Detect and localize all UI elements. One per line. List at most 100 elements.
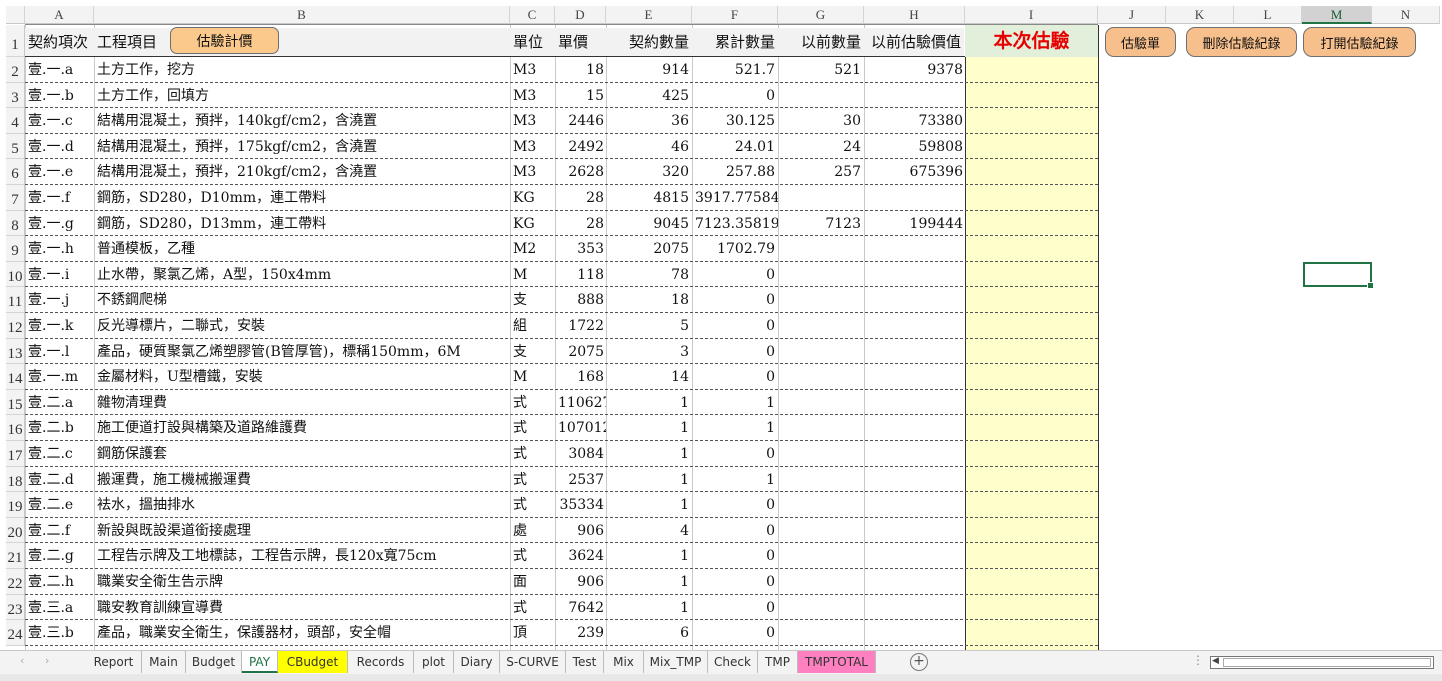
cell-previous-value[interactable] xyxy=(864,390,964,416)
column-header-f[interactable]: F xyxy=(692,6,778,24)
cell-project-item[interactable]: 結構用混凝土，預拌，210kgf/cm2，含澆置 xyxy=(94,159,510,185)
cell-previous-value[interactable] xyxy=(864,339,964,365)
cell-previous-value[interactable] xyxy=(864,415,964,441)
sheet-tab-plot[interactable]: plot xyxy=(414,651,454,673)
cell-previous-value[interactable]: 675396 xyxy=(864,159,964,185)
cell-cumulative-qty[interactable]: 3917.77584 xyxy=(692,185,778,211)
cell-unit[interactable]: 頂 xyxy=(510,620,555,646)
estimate-sheet-button[interactable]: 估驗單 xyxy=(1105,27,1176,57)
cell-unit[interactable]: 面 xyxy=(510,569,555,595)
row-header[interactable]: 19 xyxy=(6,492,25,518)
cell-previous-qty[interactable] xyxy=(778,441,864,467)
cell-project-item[interactable]: 止水帶，聚氯乙烯，A型，150x4mm xyxy=(94,262,510,288)
column-header-m[interactable]: M xyxy=(1302,6,1372,24)
cell-unit-price[interactable]: 7642 xyxy=(555,595,606,621)
sheet-tab-pay[interactable]: PAY xyxy=(242,651,278,673)
cell-project-item[interactable]: 施工便道打設與構築及道路維護費 xyxy=(94,415,510,441)
cell-previous-qty[interactable] xyxy=(778,492,864,518)
cell-cumulative-qty[interactable]: 0 xyxy=(692,569,778,595)
cell-contract-qty[interactable]: 1 xyxy=(606,569,692,595)
cell-project-item[interactable]: 結構用混凝土，預拌，140kgf/cm2，含澆置 xyxy=(94,108,510,134)
cell-contract-item[interactable]: 壹.一.l xyxy=(25,339,94,365)
cell-unit-price[interactable]: 353 xyxy=(555,236,606,262)
cell-contract-item[interactable]: 壹.一.h xyxy=(25,236,94,262)
cell-contract-qty[interactable]: 46 xyxy=(606,134,692,160)
cell-contract-item[interactable]: 壹.一.c xyxy=(25,108,94,134)
cell-unit-price[interactable]: 906 xyxy=(555,518,606,544)
cell-project-item[interactable]: 新設與既設渠道銜接處理 xyxy=(94,518,510,544)
cell-cumulative-qty[interactable]: 0 xyxy=(692,262,778,288)
cell-unit-price[interactable]: 2492 xyxy=(555,134,606,160)
cell-cumulative-qty[interactable]: 1702.79 xyxy=(692,236,778,262)
cell-unit-price[interactable]: 2628 xyxy=(555,159,606,185)
cell-cumulative-qty[interactable]: 0 xyxy=(692,441,778,467)
column-header-n[interactable]: N xyxy=(1372,6,1440,24)
spreadsheet-grid[interactable]: ABCDEFGHIJKLMN 1 2 3 4 5 6 7 8 9 10 11 12 13 14 15 16 17… xyxy=(0,0,1442,652)
cell-unit[interactable]: 式 xyxy=(510,415,555,441)
cell-unit[interactable]: 式 xyxy=(510,543,555,569)
cell-previous-value[interactable] xyxy=(864,492,964,518)
cell-previous-value[interactable] xyxy=(864,543,964,569)
row-header[interactable]: 14 xyxy=(6,364,25,390)
cell-project-item[interactable]: 工程告示牌及工地標誌，工程告示牌，長120x寬75cm xyxy=(94,543,510,569)
select-all-corner[interactable] xyxy=(6,6,25,24)
cell-previous-value[interactable] xyxy=(864,185,964,211)
cell-unit-price[interactable]: 2446 xyxy=(555,108,606,134)
column-header-j[interactable]: J xyxy=(1098,6,1166,24)
cell-contract-qty[interactable]: 9045 xyxy=(606,211,692,237)
cell-contract-item[interactable]: 壹.一.a xyxy=(25,57,94,83)
cell-previous-qty[interactable] xyxy=(778,262,864,288)
sheet-tab-budget[interactable]: Budget xyxy=(186,651,242,673)
cell-previous-value[interactable] xyxy=(864,287,964,313)
scroll-left-icon[interactable]: ◀ xyxy=(1212,656,1219,666)
cell-unit[interactable]: M3 xyxy=(510,134,555,160)
cell-project-item[interactable]: 鋼筋保護套 xyxy=(94,441,510,467)
cell-unit-price[interactable]: 906 xyxy=(555,569,606,595)
cell-project-item[interactable]: 鋼筋，SD280，D13mm，連工帶料 xyxy=(94,211,510,237)
cell-contract-item[interactable]: 壹.三.a xyxy=(25,595,94,621)
cell-unit-price[interactable]: 3624 xyxy=(555,543,606,569)
row-header[interactable]: 18 xyxy=(6,466,25,493)
cell-previous-qty[interactable] xyxy=(778,287,864,313)
cell-contract-qty[interactable]: 3 xyxy=(606,339,692,365)
sheet-tab-mix-tmp[interactable]: Mix_TMP xyxy=(644,651,708,673)
add-sheet-icon[interactable]: + xyxy=(910,653,928,671)
cell-unit[interactable]: 處 xyxy=(510,518,555,544)
cell-contract-qty[interactable]: 36 xyxy=(606,108,692,134)
cell-cumulative-qty[interactable]: 24.01 xyxy=(692,134,778,160)
cell-cumulative-qty[interactable]: 521.7 xyxy=(692,57,778,83)
cell-cumulative-qty[interactable]: 30.125 xyxy=(692,108,778,134)
cell-contract-qty[interactable]: 1 xyxy=(606,595,692,621)
cell-previous-qty[interactable] xyxy=(778,83,864,109)
row-header[interactable]: 3 xyxy=(6,82,25,109)
scrollbar-thumb[interactable] xyxy=(1223,658,1431,667)
row-header[interactable]: 15 xyxy=(6,389,25,416)
cell-contract-item[interactable]: 壹.一.j xyxy=(25,287,94,313)
delete-records-button[interactable]: 刪除估驗紀錄 xyxy=(1186,27,1297,57)
column-header-h[interactable]: H xyxy=(864,6,965,24)
cell-previous-value[interactable]: 73380 xyxy=(864,108,964,134)
cell-project-item[interactable]: 反光導標片，二聯式，安裝 xyxy=(94,313,510,339)
prev-sheet-icon[interactable]: ‹ xyxy=(20,654,24,667)
cell-previous-value[interactable]: 199444 xyxy=(864,211,964,237)
cell-project-item[interactable]: 金屬材料，U型槽鐵，安裝 xyxy=(94,364,510,390)
cell-contract-item[interactable]: 壹.一.m xyxy=(25,364,94,390)
cell-contract-qty[interactable]: 4815 xyxy=(606,185,692,211)
cell-cumulative-qty[interactable]: 1 xyxy=(692,415,778,441)
row-header[interactable]: 8 xyxy=(6,210,25,237)
cell-cumulative-qty[interactable]: 1 xyxy=(692,467,778,493)
row-header[interactable]: 1 xyxy=(6,25,25,57)
cell-previous-value[interactable] xyxy=(864,467,964,493)
cell-contract-qty[interactable]: 18 xyxy=(606,287,692,313)
cell-contract-item[interactable]: 壹.二.h xyxy=(25,569,94,595)
cell-unit-price[interactable]: 168 xyxy=(555,364,606,390)
cell-contract-qty[interactable]: 78 xyxy=(606,262,692,288)
cell-previous-qty[interactable]: 24 xyxy=(778,134,864,160)
cell-contract-qty[interactable]: 2075 xyxy=(606,236,692,262)
column-header-g[interactable]: G xyxy=(778,6,864,24)
column-header-e[interactable]: E xyxy=(606,6,692,24)
row-header[interactable]: 4 xyxy=(6,108,25,134)
cell-unit[interactable]: 式 xyxy=(510,441,555,467)
row-header[interactable]: 22 xyxy=(6,569,25,595)
cell-cumulative-qty[interactable]: 0 xyxy=(692,595,778,621)
